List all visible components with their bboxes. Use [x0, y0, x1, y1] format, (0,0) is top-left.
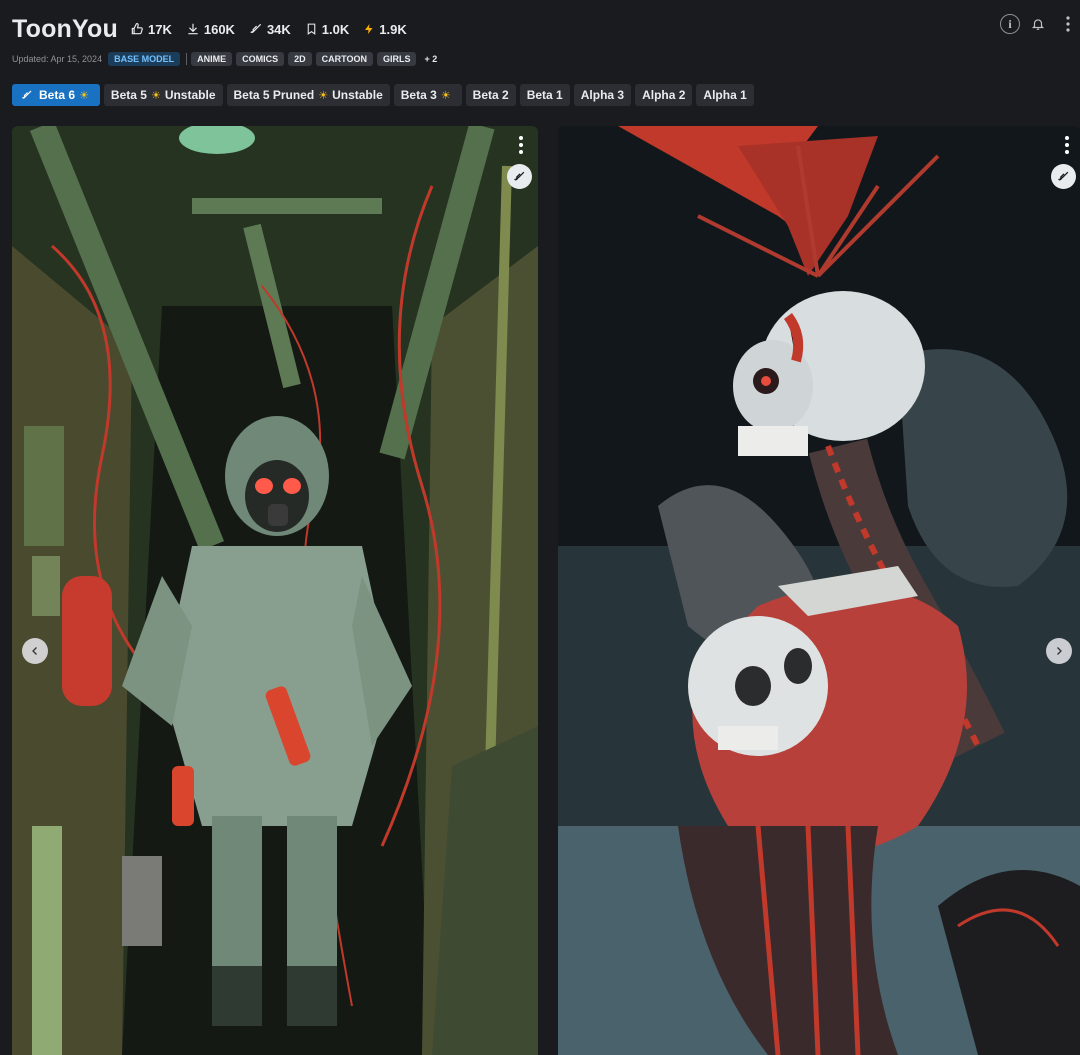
version-label: Alpha 3	[580, 88, 625, 102]
version-suffix: Unstable	[332, 88, 383, 102]
generations-count: 34K	[266, 21, 291, 37]
header-actions: i	[994, 12, 1080, 36]
updated-date: Updated: Apr 15, 2024	[12, 53, 103, 64]
bookmark-icon	[307, 23, 316, 35]
gas-mask-figure-artwork	[12, 126, 538, 1055]
tag-badge[interactable]: CARTOON	[315, 51, 373, 66]
divider	[186, 52, 188, 65]
info-icon[interactable]: i	[1000, 14, 1020, 34]
likes-count: 17K	[148, 21, 172, 37]
chevron-left-icon	[32, 647, 37, 655]
chevron-right-icon	[1057, 647, 1062, 655]
carousel-next-button[interactable]	[1046, 638, 1072, 664]
thumbs-up-icon	[131, 23, 143, 35]
gallery-image-card[interactable]	[12, 126, 538, 1055]
generations-stat[interactable]: 34K	[249, 22, 291, 37]
version-label: Beta 6	[39, 88, 76, 102]
card-menu-icon[interactable]	[516, 136, 526, 154]
downloads-count: 160K	[203, 21, 235, 37]
carousel-prev-button[interactable]	[22, 638, 48, 664]
version-label: Beta 5	[110, 88, 147, 102]
downloads-stat[interactable]: 160K	[186, 22, 235, 37]
version-tabs: Beta 6 ☀ Beta 5 ☀ Unstable Beta 5 Pruned…	[12, 84, 758, 106]
version-tab-beta-2[interactable]: Beta 2	[465, 84, 516, 106]
version-tab-alpha-3[interactable]: Alpha 3	[573, 84, 632, 106]
remix-brush-icon[interactable]	[1051, 164, 1076, 189]
early-access-icon: ☀	[79, 89, 89, 102]
likes-stat[interactable]: 17K	[130, 22, 172, 37]
remix-brush-icon[interactable]	[507, 164, 532, 189]
buzz-stat[interactable]: 1.9K	[363, 21, 407, 37]
title-row: ToonYou 17K 160K 34K 1.0K 1.9K	[12, 12, 1080, 46]
early-access-icon: ☀	[318, 89, 329, 102]
image-carousel	[12, 126, 1080, 1055]
bell-icon[interactable]	[1026, 12, 1050, 36]
version-suffix: Unstable	[164, 88, 216, 102]
version-label: Beta 2	[472, 88, 509, 102]
version-tab-beta-5[interactable]: Beta 5 ☀ Unstable	[103, 84, 223, 106]
tag-badge[interactable]: GIRLS	[376, 51, 417, 66]
skeleton-artwork	[558, 126, 1080, 1055]
tag-badge[interactable]: 2D	[288, 51, 312, 66]
version-tab-beta-3[interactable]: Beta 3 ☀	[393, 84, 462, 106]
version-label: Alpha 1	[703, 88, 747, 102]
download-icon	[188, 23, 198, 35]
brush-icon	[250, 23, 262, 33]
card-menu-icon[interactable]	[1062, 136, 1072, 154]
version-tab-beta-1[interactable]: Beta 1	[519, 84, 570, 106]
version-label: Alpha 2	[642, 88, 686, 102]
more-tags-button[interactable]: + 2	[424, 54, 437, 64]
early-access-icon: ☀	[440, 89, 451, 102]
brush-icon	[22, 90, 32, 99]
bolt-icon	[365, 24, 373, 34]
model-type-badge: BASE MODEL	[108, 51, 181, 66]
more-menu-icon[interactable]	[1056, 12, 1080, 36]
bookmarks-count: 1.0K	[321, 21, 350, 37]
model-title: ToonYou	[12, 14, 118, 43]
buzz-count: 1.9K	[379, 21, 407, 37]
tag-badge[interactable]: COMICS	[236, 51, 285, 66]
bookmarks-stat[interactable]: 1.0K	[305, 22, 349, 37]
gallery-image-card[interactable]	[558, 126, 1080, 1055]
tag-badge[interactable]: ANIME	[191, 51, 233, 66]
version-label: Beta 1	[526, 88, 563, 102]
version-label: Beta 3	[400, 88, 437, 102]
early-access-icon: ☀	[150, 89, 161, 102]
model-header: ToonYou 17K 160K 34K 1.0K 1.9K Updated: …	[12, 12, 1080, 72]
meta-row: Updated: Apr 15, 2024 BASE MODEL ANIME C…	[12, 51, 1080, 66]
version-tab-alpha-2[interactable]: Alpha 2	[635, 84, 693, 106]
version-label: Beta 5 Pruned	[233, 88, 315, 102]
version-tab-alpha-1[interactable]: Alpha 1	[696, 84, 754, 106]
version-tab-beta-5-pruned[interactable]: Beta 5 Pruned ☀ Unstable	[226, 84, 390, 106]
version-tab-beta-6[interactable]: Beta 6 ☀	[12, 84, 100, 106]
